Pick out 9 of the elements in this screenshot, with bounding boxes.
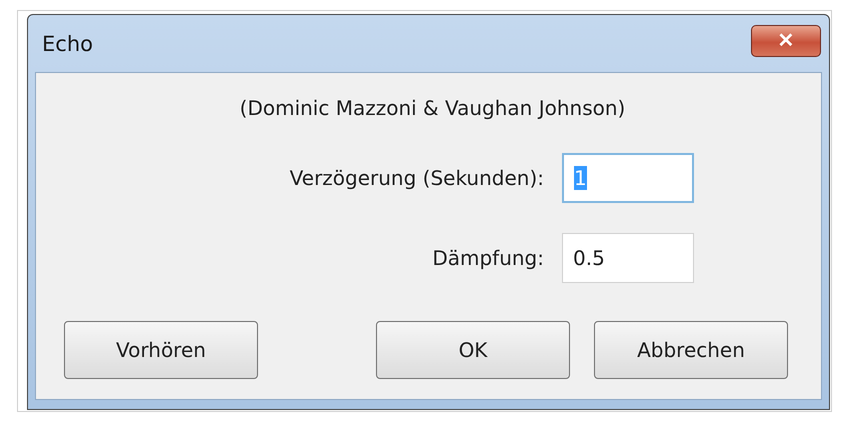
close-button[interactable]: ✕ (751, 24, 821, 56)
window-title: Echo (42, 32, 94, 56)
credit-text: (Dominic Mazzoni & Vaughan Johnson) (238, 95, 626, 122)
dialog-button[interactable]: OK (376, 321, 570, 379)
dialog-button[interactable]: Abbrechen (594, 321, 788, 379)
preview-button[interactable]: Vorhören (64, 321, 258, 379)
input-field[interactable]: 0.5 (562, 233, 694, 283)
field-label: Verzögerung (Sekunden): (288, 166, 544, 190)
field-label: Dämpfung: (431, 246, 544, 270)
